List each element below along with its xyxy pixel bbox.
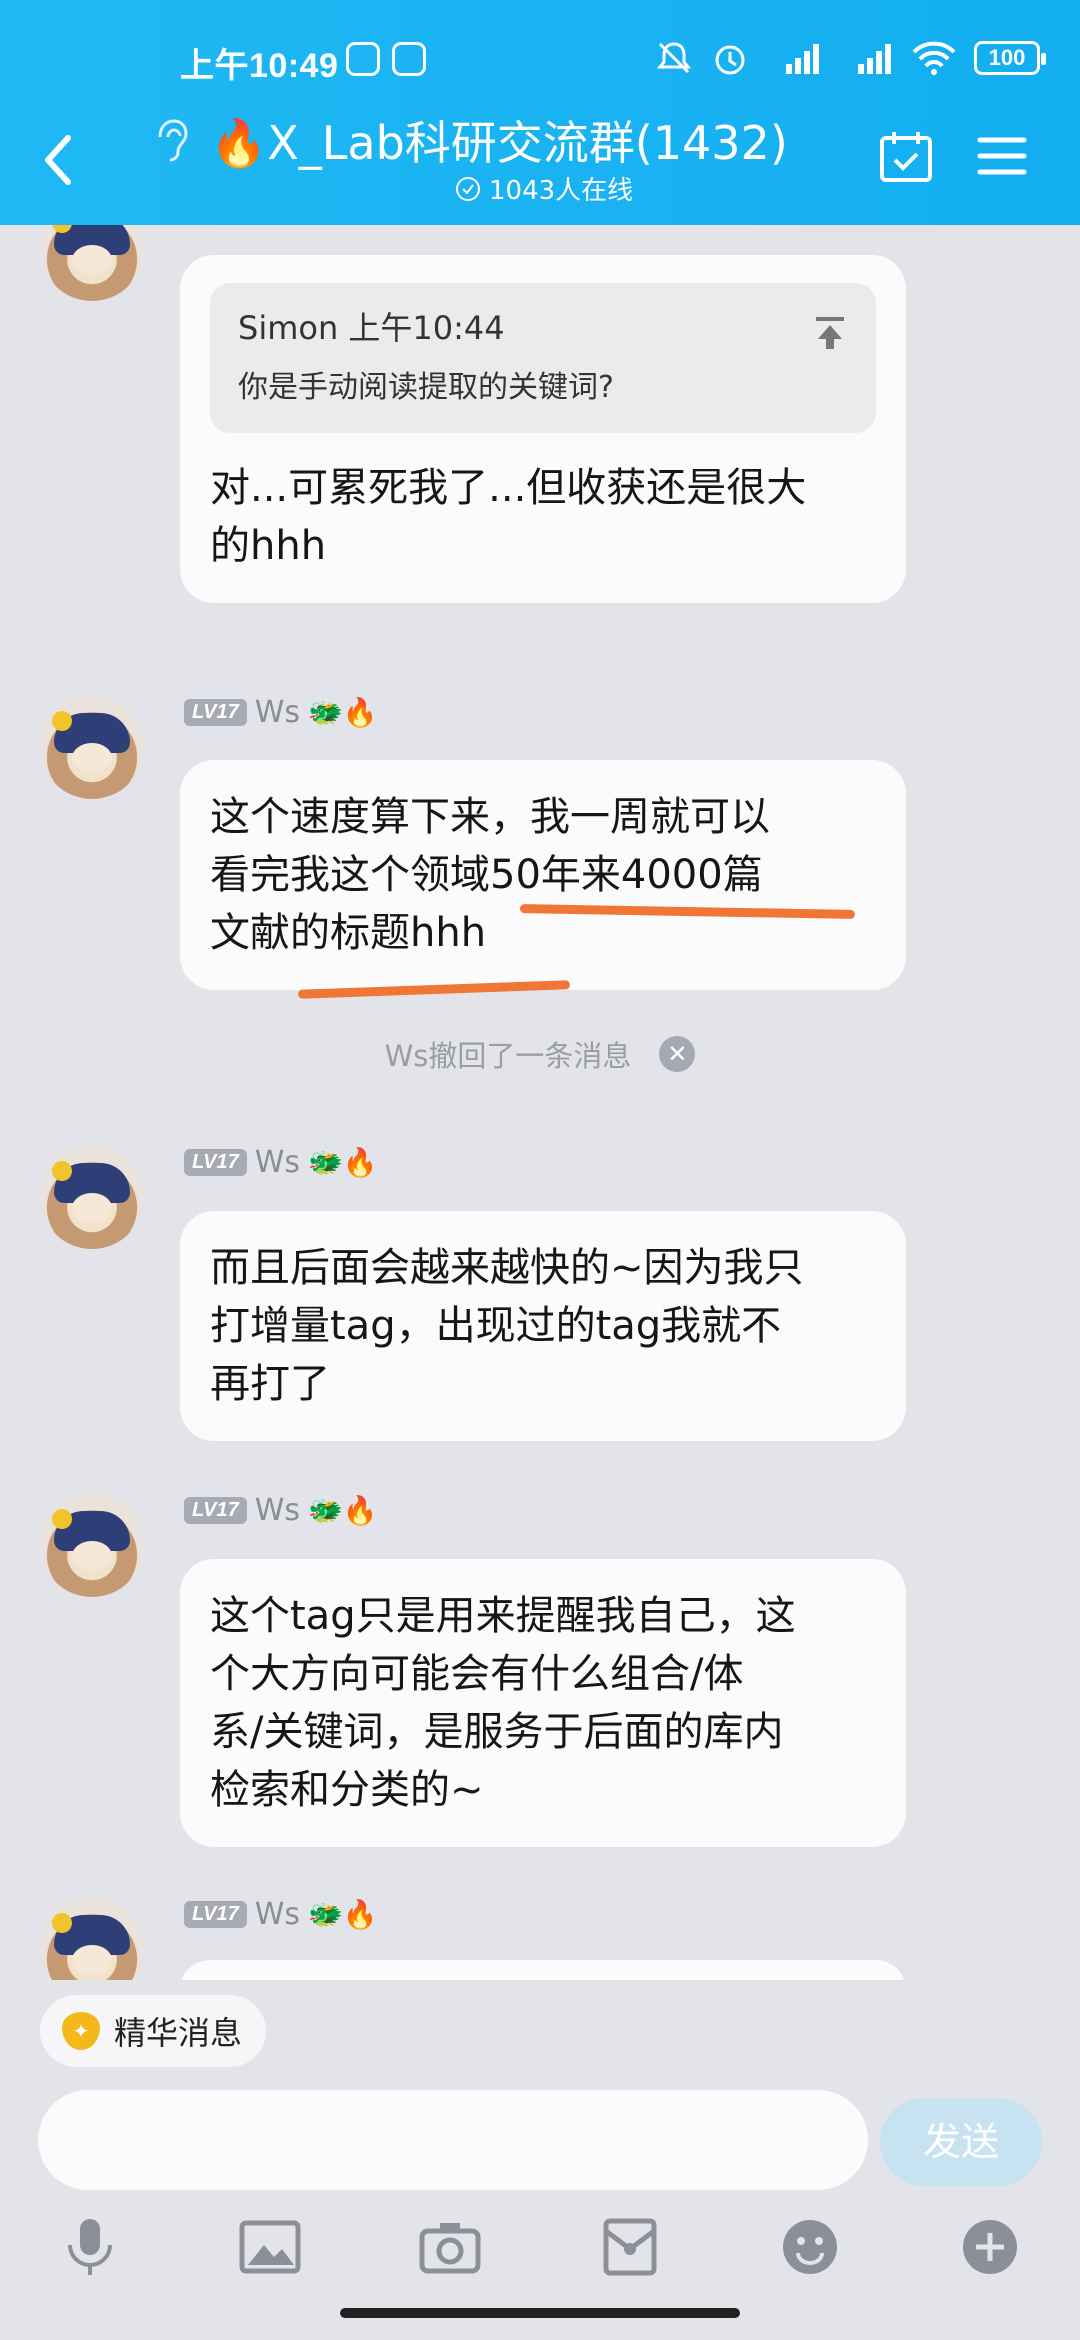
message-line: 而且后面会越来越快的~因为我只 xyxy=(210,1245,804,1291)
camera-icon[interactable] xyxy=(418,2215,482,2279)
menu-icon[interactable] xyxy=(976,132,1028,180)
input-toolbar xyxy=(0,2205,1080,2285)
sender-row: LV17 Ws 🐲🔥 xyxy=(184,1493,378,1528)
title-row[interactable]: 🔥X_Lab科研交流群(1432) xyxy=(150,108,788,172)
back-arrow-icon[interactable] xyxy=(30,120,90,200)
message-bubble[interactable]: 而且后面会越来越快的~因为我只 打增量tag，出现过的tag我就不 再打了 xyxy=(180,1211,906,1441)
dragon-fire-icon: 🐲🔥 xyxy=(308,1898,378,1931)
message-bubble[interactable]: Simon 上午10:44 你是手动阅读提取的关键词? 对...可累死我了...… xyxy=(180,255,906,603)
essence-messages-button[interactable]: ✦ 精华消息 xyxy=(40,1995,267,2067)
avatar[interactable] xyxy=(40,1897,144,1980)
message-line: 这个速度算下来，我一周就可以 xyxy=(210,794,770,840)
recall-notice: Ws撤回了一条消息 ✕ xyxy=(0,1033,1080,1075)
calendar-check-icon[interactable] xyxy=(878,128,934,184)
status-indicators: 100 xyxy=(654,36,1046,80)
avatar[interactable] xyxy=(40,695,144,799)
send-button[interactable]: 发送 xyxy=(880,2098,1042,2186)
emoji-icon[interactable] xyxy=(778,2215,842,2279)
message-line: 打增量tag，出现过的tag我就不 xyxy=(210,1303,782,1349)
online-check-icon xyxy=(456,176,480,201)
message-line: 对...可累死我了...但收获还是很大 xyxy=(210,465,807,511)
message-bubble[interactable]: 这个tag只是用来提醒我自己，这 个大方向可能会有什么组合/体 系/关键词，是服… xyxy=(180,1559,906,1847)
quoted-message[interactable]: Simon 上午10:44 你是手动阅读提取的关键词? xyxy=(210,283,876,433)
chat-header: 上午10:49 100 🔥X_Lab科研交流群(1432) 1043人在线 xyxy=(0,0,1080,225)
signal-hd-icon xyxy=(786,44,819,74)
signal-hd-2-icon xyxy=(858,44,891,74)
message-bubble[interactable]: 这个速度算下来，我一周就可以 看完我这个领域50年来4000篇 文献的标题hhh xyxy=(180,760,906,990)
message-line: 系/关键词，是服务于后面的库内 xyxy=(210,1709,784,1755)
quote-author: Simon 上午10:44 xyxy=(238,309,505,347)
online-count: 1043人在线 xyxy=(489,176,634,206)
recall-text: Ws撤回了一条消息 xyxy=(384,1039,632,1073)
sender-name[interactable]: Ws xyxy=(255,1897,300,1932)
microphone-icon[interactable] xyxy=(58,2215,122,2279)
dragon-fire-icon: 🐲🔥 xyxy=(308,1494,378,1527)
level-badge: LV17 xyxy=(184,1497,247,1524)
status-bar: 上午10:49 100 xyxy=(0,0,1080,110)
message-line: 的hhh xyxy=(210,523,327,569)
shield-notification-icon xyxy=(392,42,426,76)
avatar[interactable] xyxy=(40,225,144,301)
essence-icon: ✦ xyxy=(62,2012,100,2050)
message-line: 检索和分类的~ xyxy=(210,1767,484,1813)
message-bubble[interactable] xyxy=(180,1960,906,1980)
message-list[interactable]: Simon 上午10:44 你是手动阅读提取的关键词? 对...可累死我了...… xyxy=(0,225,1080,1980)
close-icon[interactable]: ✕ xyxy=(659,1036,696,1072)
sender-name[interactable]: Ws xyxy=(255,695,300,730)
dragon-fire-icon: 🐲🔥 xyxy=(308,1146,378,1179)
sender-row: LV17 Ws 🐲🔥 xyxy=(184,1897,378,1932)
message-line: 再打了 xyxy=(210,1361,330,1407)
battery-indicator: 100 xyxy=(974,41,1046,75)
message-input[interactable] xyxy=(38,2090,868,2190)
quote-text: 你是手动阅读提取的关键词? xyxy=(238,370,614,405)
essence-label: 精华消息 xyxy=(114,2014,243,2052)
red-packet-icon[interactable] xyxy=(598,2215,662,2279)
sender-row: LV17 Ws 🐲🔥 xyxy=(184,1145,378,1180)
online-status: 1043人在线 xyxy=(455,170,633,207)
message-line: 看完我这个领域50年来4000篇 xyxy=(210,852,763,898)
status-time: 上午10:49 xyxy=(180,47,339,85)
message-line: 个大方向可能会有什么组合/体 xyxy=(210,1651,744,1697)
plus-icon[interactable] xyxy=(958,2215,1022,2279)
message-line: 这个tag只是用来提醒我自己，这 xyxy=(210,1593,796,1639)
mute-bell-icon xyxy=(656,42,692,74)
group-title: 🔥X_Lab科研交流群(1432) xyxy=(210,116,788,170)
avatar[interactable] xyxy=(40,1145,144,1249)
sender-name[interactable]: Ws xyxy=(255,1493,300,1528)
avatar[interactable] xyxy=(40,1493,144,1597)
level-badge: LV17 xyxy=(184,1149,247,1176)
app-notification-icon xyxy=(346,42,380,76)
ear-icon xyxy=(158,119,188,162)
level-badge: LV17 xyxy=(184,699,247,726)
sender-row: LV17 Ws 🐲🔥 xyxy=(184,695,378,730)
jump-to-top-icon[interactable] xyxy=(810,313,850,353)
dragon-fire-icon: 🐲🔥 xyxy=(308,696,378,729)
level-badge: LV17 xyxy=(184,1901,247,1928)
wifi-icon xyxy=(912,41,956,75)
image-icon[interactable] xyxy=(238,2215,302,2279)
alarm-icon xyxy=(715,45,745,75)
sender-name[interactable]: Ws xyxy=(255,1145,300,1180)
home-indicator[interactable] xyxy=(340,2308,740,2318)
